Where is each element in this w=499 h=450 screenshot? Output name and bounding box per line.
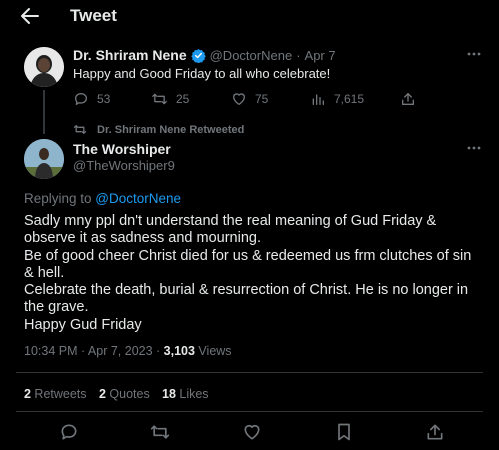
timestamp-text[interactable]: 10:34 PM · Apr 7, 2023 · [24, 344, 164, 358]
reply-icon [75, 93, 87, 105]
share-button[interactable] [425, 422, 447, 444]
separator: · [296, 47, 301, 63]
views-button[interactable]: 7,615 [310, 91, 364, 107]
retweet-notice-text[interactable]: Dr. Shriram Nene Retweeted [97, 124, 244, 136]
more-icon [467, 52, 481, 56]
retweet-icon [150, 425, 170, 439]
share-button[interactable] [400, 91, 416, 107]
more-button[interactable] [467, 49, 481, 59]
like-icon [244, 424, 260, 440]
quotes-stat[interactable]: 2 Quotes [99, 387, 150, 401]
main-tweet-text: Sadly mny ppl dn't understand the real m… [24, 213, 472, 333]
verified-badge-icon [190, 48, 206, 63]
views-label: Views [194, 344, 232, 358]
bookmark-icon [338, 423, 350, 441]
original-tweet-header: Dr. Shriram Nene @DoctorNene · Apr 7 [73, 47, 336, 63]
views-count: 7,615 [334, 92, 365, 106]
divider [16, 411, 483, 412]
back-arrow-icon [21, 8, 39, 24]
tweet-date[interactable]: Apr 7 [305, 48, 336, 63]
like-count: 75 [255, 92, 269, 106]
more-icon [467, 146, 481, 150]
original-tweet-text: Happy and Good Friday to all who celebra… [73, 66, 331, 81]
avatar-theworshiper[interactable] [24, 139, 64, 179]
retweet-button[interactable] [150, 422, 172, 444]
like-button[interactable]: 75 [231, 91, 268, 107]
reply-icon [61, 424, 77, 440]
more-button[interactable] [467, 143, 481, 153]
reply-count: 53 [97, 92, 111, 106]
page-title: Tweet [70, 6, 117, 25]
divider [16, 372, 483, 373]
likes-count: 18 [162, 387, 176, 401]
replying-to-handle[interactable]: @DoctorNene [95, 191, 181, 206]
like-icon [233, 93, 245, 105]
replying-to-label: Replying to [24, 191, 96, 206]
like-button[interactable] [242, 422, 264, 444]
retweets-count: 2 [24, 387, 31, 401]
likes-label: Likes [175, 387, 209, 401]
retweet-count: 25 [176, 92, 190, 106]
author-name[interactable]: The Worshiper [73, 141, 171, 157]
share-icon [427, 424, 443, 440]
tweet-timestamp: 10:34 PM · Apr 7, 2023 · 3,103 Views [24, 344, 232, 358]
author-handle[interactable]: @DoctorNene [210, 48, 293, 63]
retweets-label: Retweets [30, 387, 87, 401]
back-button[interactable] [18, 6, 46, 28]
share-icon [402, 93, 414, 105]
retweet-notice: Dr. Shriram Nene Retweeted [73, 123, 244, 136]
reply-button[interactable]: 53 [73, 91, 110, 107]
quotes-label: Quotes [105, 387, 150, 401]
retweets-stat[interactable]: 2 Retweets [24, 387, 87, 401]
bookmark-button[interactable] [334, 422, 356, 444]
views-icon [312, 94, 324, 105]
quotes-count: 2 [99, 387, 106, 401]
author-name[interactable]: Dr. Shriram Nene [73, 47, 187, 63]
retweet-icon [152, 93, 167, 105]
retweet-button[interactable]: 25 [151, 91, 189, 107]
views-count: 3,103 [163, 344, 195, 358]
retweet-icon [73, 125, 87, 134]
reply-button[interactable] [59, 422, 81, 444]
likes-stat[interactable]: 18 Likes [162, 387, 209, 401]
thread-line [43, 90, 45, 134]
replying-to: Replying to @DoctorNene [24, 191, 181, 206]
author-handle[interactable]: @TheWorshiper9 [73, 158, 175, 173]
avatar-doctornene[interactable] [24, 47, 64, 87]
